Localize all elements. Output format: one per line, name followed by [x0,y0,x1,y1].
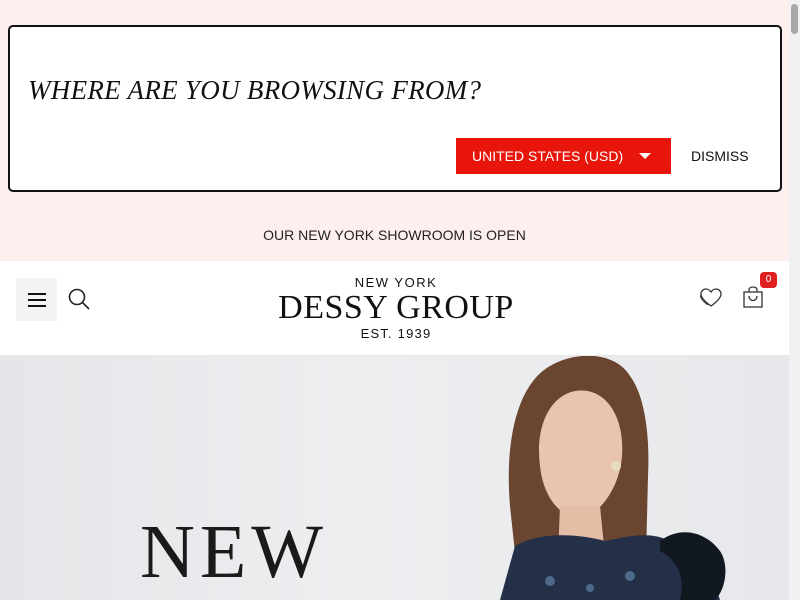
wishlist-button[interactable] [699,286,723,310]
site-logo[interactable]: NEW YORK DESSY GROUP EST. 1939 [270,275,522,341]
dismiss-button[interactable]: DISMISS [691,148,749,164]
hamburger-icon [27,292,46,307]
caret-down-icon [639,153,651,159]
scrollbar-thumb[interactable] [791,4,798,34]
logo-bottom: EST. 1939 [360,326,432,341]
hero-title: NEW [140,510,329,594]
search-button[interactable] [67,287,91,311]
site-header: NEW YORK DESSY GROUP EST. 1939 0 [0,261,789,356]
logo-main: DESSY GROUP [278,289,514,326]
country-popup: WHERE ARE YOU BROWSING FROM? UNITED STAT… [8,25,782,192]
menu-button[interactable] [16,278,57,321]
popup-title: WHERE ARE YOU BROWSING FROM? [28,75,482,105]
search-icon [68,288,90,310]
cart-count-badge: 0 [760,272,777,288]
hero-banner[interactable]: NEW [0,356,789,600]
country-select[interactable]: UNITED STATES (USD) [456,138,671,174]
logo-top: NEW YORK [354,275,438,290]
hero-model-image [500,356,726,600]
heart-icon [700,288,722,307]
shopping-bag-icon [743,286,763,308]
cart-button[interactable] [741,285,765,309]
scrollbar[interactable] [789,0,800,600]
announcement-bar[interactable]: OUR NEW YORK SHOWROOM IS OPEN [0,227,789,243]
country-select-label: UNITED STATES (USD) [472,148,624,164]
